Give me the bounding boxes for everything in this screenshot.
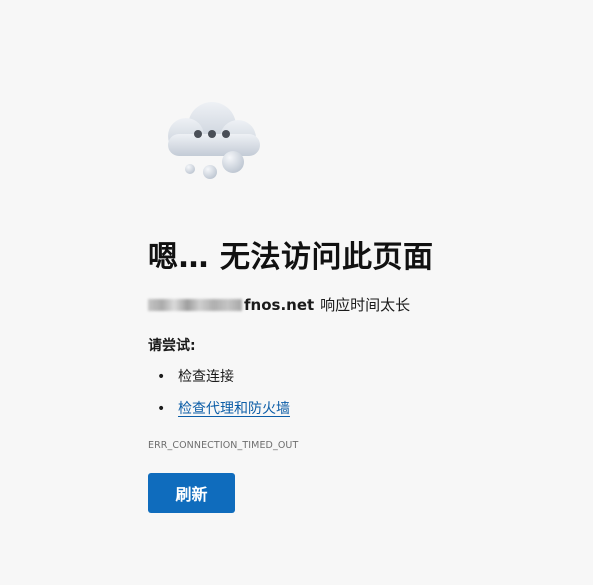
suggestion-text: 检查连接 [178, 369, 234, 385]
error-code: ERR_CONNECTION_TIMED_OUT [148, 440, 299, 451]
cloud-timeout-icon [158, 96, 268, 186]
domain-name: fnos.net [244, 295, 315, 314]
error-page: 嗯… 无法访问此页面 fnos.net 响应时间太长 请尝试: • 检查连接 •… [0, 0, 593, 585]
error-description: fnos.net 响应时间太长 [148, 294, 410, 315]
error-message: 响应时间太长 [320, 296, 411, 314]
check-proxy-firewall-link[interactable]: 检查代理和防火墙 [178, 401, 290, 417]
suggestion-list: • 检查连接 • 检查代理和防火墙 [148, 366, 290, 430]
refresh-button[interactable]: 刷新 [148, 473, 235, 513]
bullet: • [157, 401, 166, 417]
page-title: 嗯… 无法访问此页面 [148, 240, 434, 275]
try-label: 请尝试: [148, 338, 196, 354]
suggestion-item-check-proxy-firewall: • 检查代理和防火墙 [148, 398, 290, 430]
suggestion-item-check-connection: • 检查连接 [148, 366, 290, 398]
bullet: • [157, 369, 166, 385]
redacted-hostname [148, 298, 242, 311]
